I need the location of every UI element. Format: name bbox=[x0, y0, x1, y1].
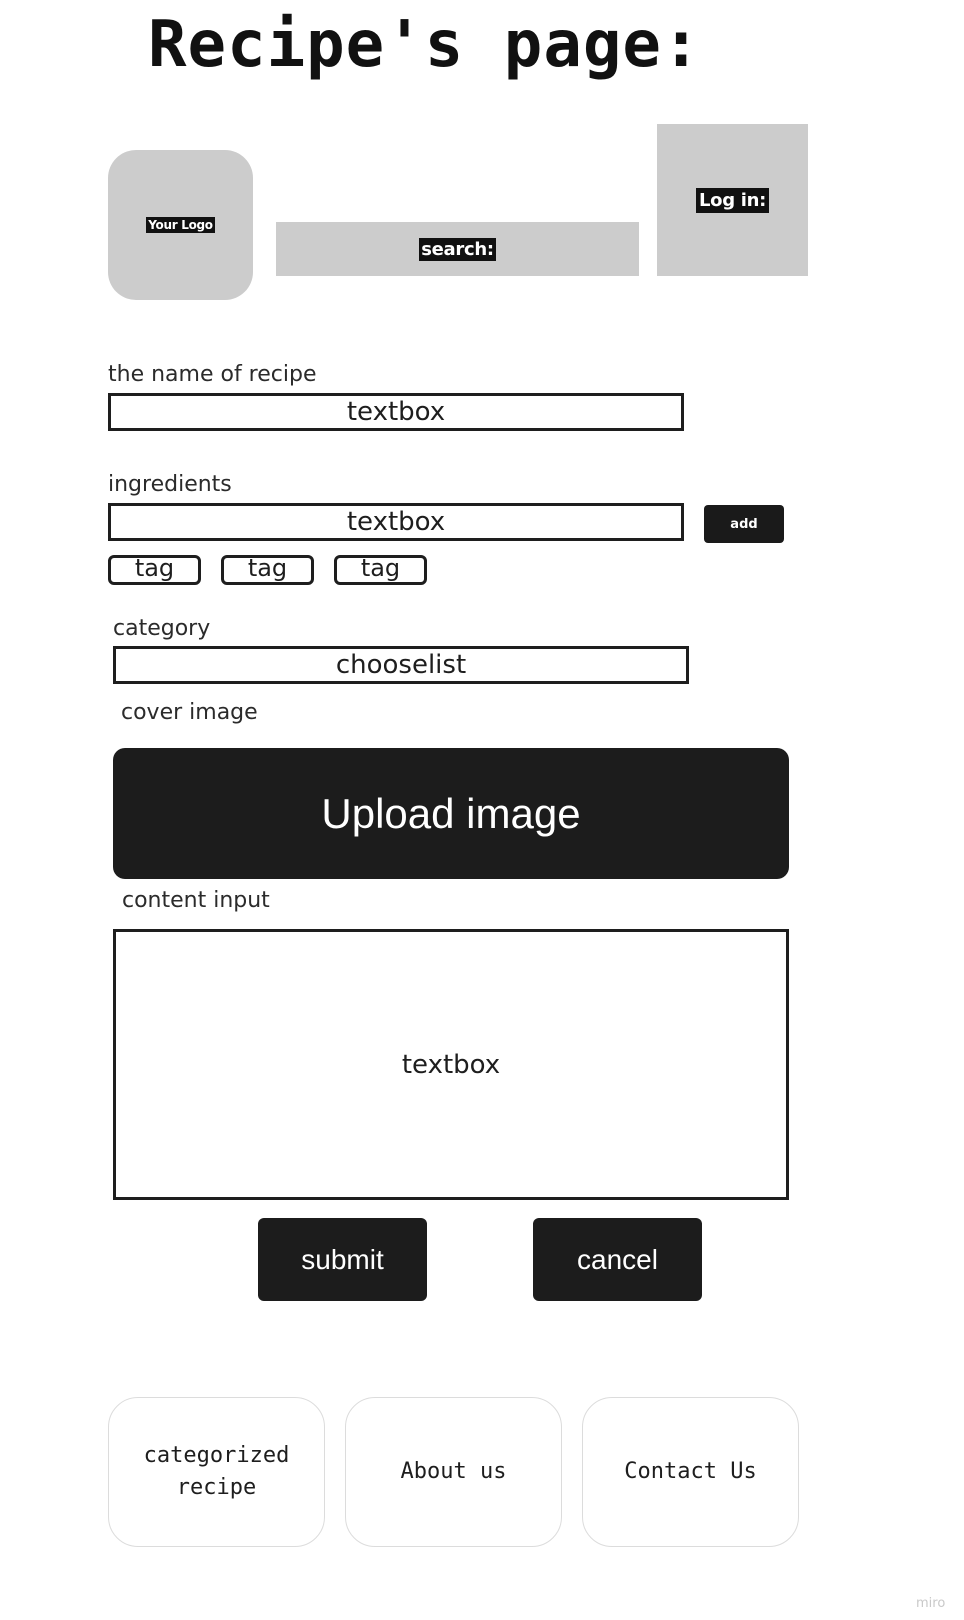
footer-contact-us[interactable]: Contact Us bbox=[582, 1397, 799, 1547]
footer-about-us[interactable]: About us bbox=[345, 1397, 562, 1547]
content-input-label: content input bbox=[122, 888, 270, 913]
login-label: Log in: bbox=[695, 187, 770, 213]
footer-categorized-recipe[interactable]: categorized recipe bbox=[108, 1397, 325, 1547]
footer-item-label: About us bbox=[400, 1459, 507, 1485]
category-select[interactable]: chooselist bbox=[113, 646, 689, 684]
recipe-name-input[interactable]: textbox bbox=[108, 393, 684, 431]
recipe-name-label: the name of recipe bbox=[108, 362, 317, 387]
category-label: category bbox=[113, 616, 211, 641]
ingredient-tag[interactable]: tag bbox=[221, 555, 314, 585]
upload-image-button[interactable]: Upload image bbox=[113, 748, 789, 879]
logo[interactable]: Your Logo bbox=[108, 150, 253, 300]
ingredient-tag[interactable]: tag bbox=[334, 555, 427, 585]
search-bar[interactable]: search: bbox=[276, 222, 639, 276]
cover-image-label: cover image bbox=[121, 700, 258, 725]
content-input[interactable]: textbox bbox=[113, 929, 789, 1200]
footer-item-label: categorized recipe bbox=[143, 1443, 290, 1500]
add-ingredient-button[interactable]: add bbox=[704, 505, 784, 543]
page-title: Recipe's page: bbox=[148, 8, 702, 82]
search-label: search: bbox=[419, 237, 496, 261]
submit-button[interactable]: submit bbox=[258, 1218, 427, 1301]
ingredients-input[interactable]: textbox bbox=[108, 503, 684, 541]
login-button[interactable]: Log in: bbox=[657, 124, 808, 276]
footer-item-label: Contact Us bbox=[624, 1459, 757, 1485]
logo-text: Your Logo bbox=[146, 217, 215, 233]
ingredient-tag[interactable]: tag bbox=[108, 555, 201, 585]
miro-watermark: miro bbox=[916, 1596, 946, 1611]
ingredients-label: ingredients bbox=[108, 472, 232, 497]
cancel-button[interactable]: cancel bbox=[533, 1218, 702, 1301]
